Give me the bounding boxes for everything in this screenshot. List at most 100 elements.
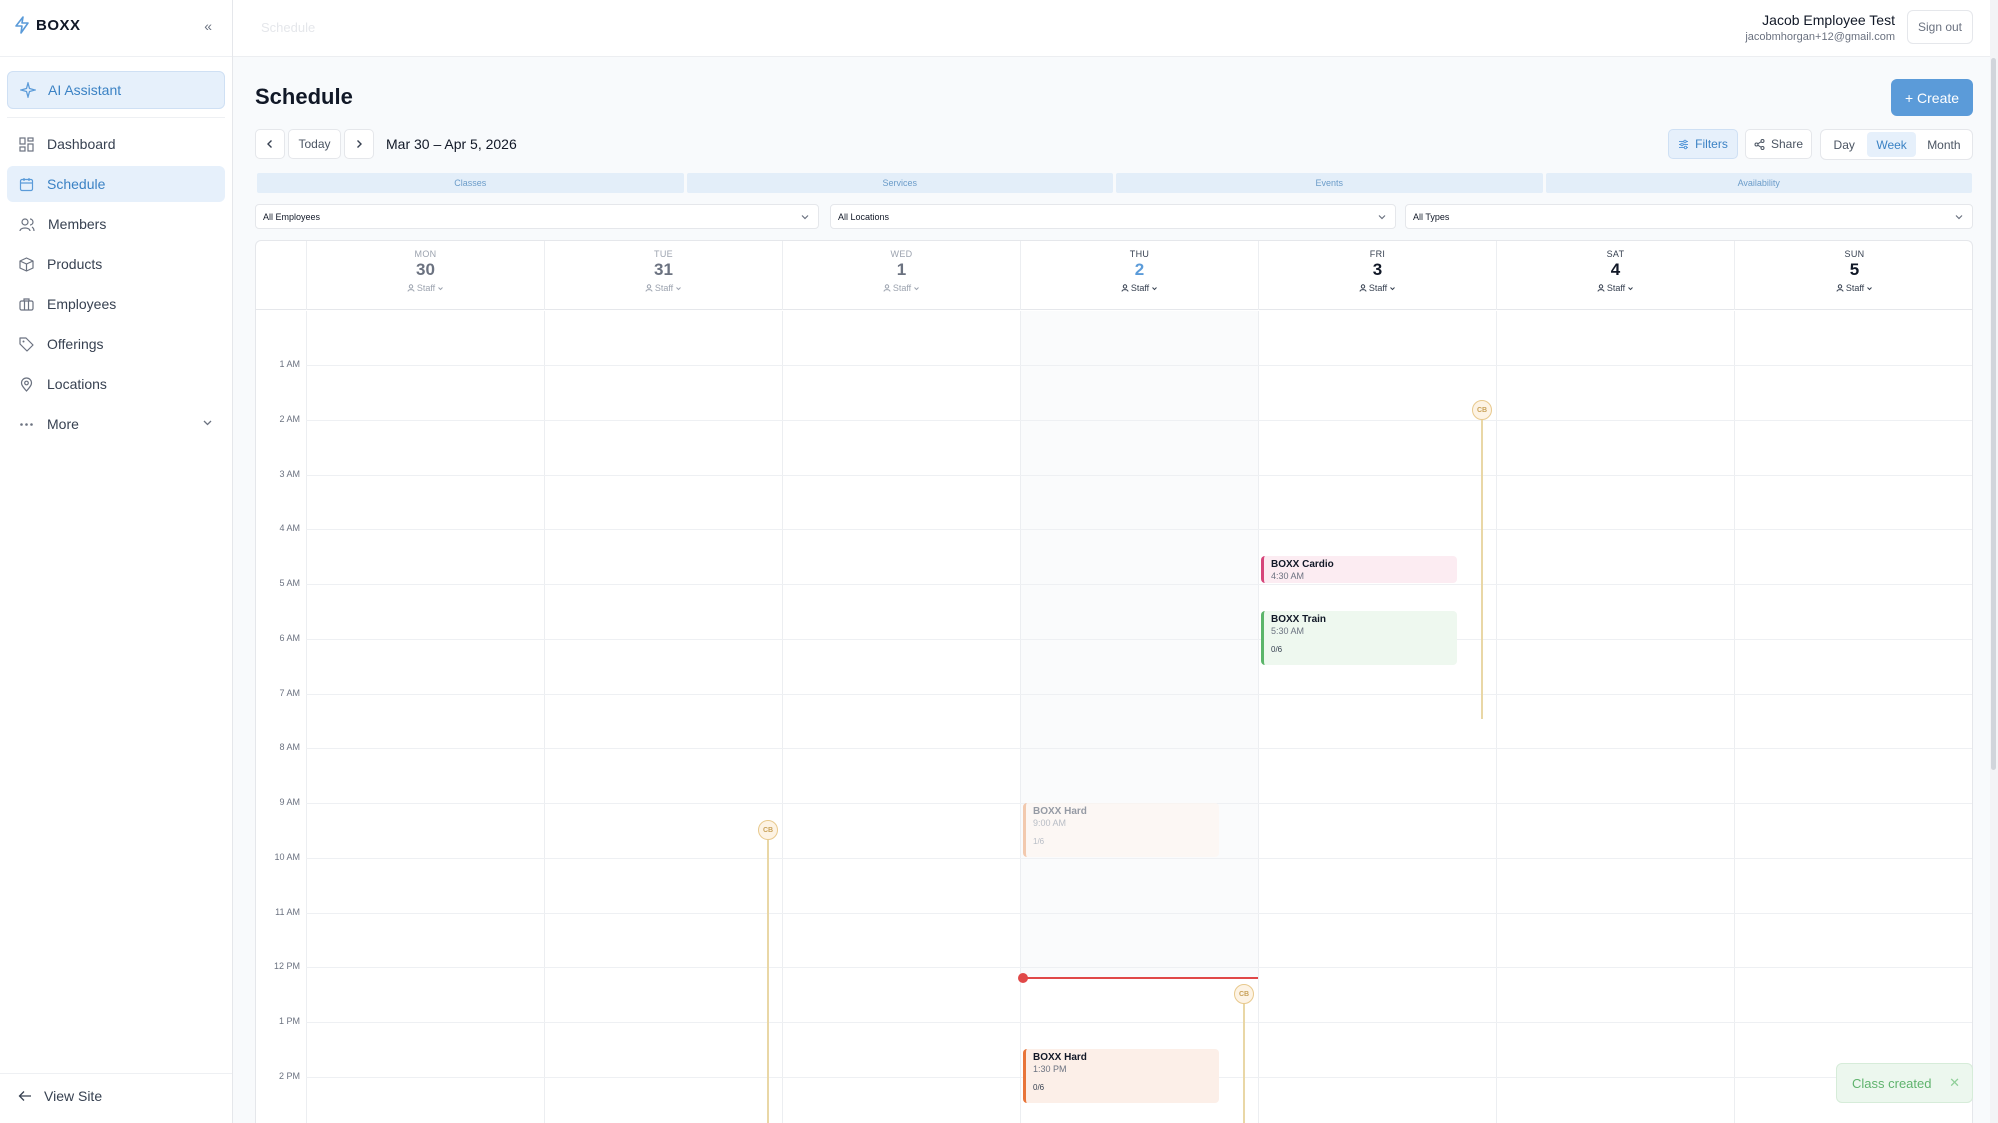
tab-events[interactable]: Events [1116,173,1543,193]
staff-label: Staff [1606,283,1626,293]
hour-line [306,1022,1972,1023]
view-site-label: View Site [44,1088,103,1104]
tab-services[interactable]: Services [686,173,1113,193]
day-number: 4 [1610,260,1621,279]
tag-icon [19,336,34,352]
sidebar-item-label: Locations [47,376,107,392]
staff-dropdown[interactable]: Staff [1735,283,1972,293]
day-of-week: WED [890,249,913,259]
ai-assistant-label: AI Assistant [48,82,122,98]
day-number: 3 [1372,260,1383,279]
chevron-down-icon [1152,286,1158,290]
staff-label: Staff [1130,283,1150,293]
ellipsis-icon [20,422,33,426]
user-icon [407,284,415,292]
tab-classes[interactable]: Classes [257,173,684,193]
event-boxx-hard-past[interactable]: BOXX Hard 9:00 AM 1/6 [1023,803,1219,857]
location-select[interactable]: All Locations [830,204,1396,229]
scrollbar-thumb[interactable] [1991,58,1996,770]
hour-line [306,694,1972,695]
sidebar-nav: Dashboard Schedule Members Products Empl… [7,126,225,446]
sidebar-item-offerings[interactable]: Offerings [7,326,225,362]
chevron-down-icon [914,286,920,290]
employee-select[interactable]: All Employees [255,204,819,229]
day-of-week: SAT [1606,249,1625,259]
day-of-week: MON [414,249,437,259]
availability-line [1481,413,1483,719]
type-select[interactable]: All Types [1405,204,1973,229]
day-header-sun: SUN 5 Staff [1734,241,1972,310]
availability-line [767,833,769,1123]
chevron-down-icon [1628,286,1634,290]
staff-dropdown[interactable]: Staff [1021,283,1258,293]
sidebar-item-schedule[interactable]: Schedule [7,166,225,202]
staff-avatar[interactable]: CB [758,820,778,840]
next-week-button[interactable] [344,129,374,159]
divider [1496,311,1497,1123]
category-tabs: Classes Services Events Availability [257,173,1972,193]
sidebar-item-dashboard[interactable]: Dashboard [7,126,225,162]
previous-week-button[interactable] [255,129,285,159]
tab-availability[interactable]: Availability [1545,173,1972,193]
ai-assistant-button[interactable]: AI Assistant [7,71,225,109]
user-icon [1121,284,1129,292]
staff-avatar[interactable]: CB [1472,400,1492,420]
event-boxx-cardio[interactable]: BOXX Cardio 4:30 AM [1261,556,1457,583]
view-site-link[interactable]: View Site [18,1088,102,1104]
user-info: Jacob Employee Test jacobmhorgan+12@gmai… [1745,12,1895,43]
chevron-down-icon [1390,286,1396,290]
sliders-icon [1679,139,1689,149]
day-header-wed: WED 1 Staff [782,241,1020,310]
view-week-button[interactable]: Week [1867,132,1916,157]
top-bar: Schedule Jacob Employee Test jacobmhorga… [233,0,1998,57]
event-boxx-hard[interactable]: BOXX Hard 1:30 PM 0/6 [1023,1049,1219,1103]
create-button[interactable]: + Create [1891,79,1973,116]
sidebar-item-members[interactable]: Members [7,206,225,242]
hour-line [306,748,1972,749]
divider [1020,311,1021,1123]
day-number: 31 [654,260,673,279]
staff-dropdown[interactable]: Staff [1497,283,1734,293]
staff-avatar[interactable]: CB [1234,984,1254,1004]
time-label: 6 AM [279,633,300,643]
view-month-button[interactable]: Month [1918,132,1970,157]
day-number-today: 2 [1134,260,1145,279]
share-button[interactable]: Share [1745,129,1812,159]
divider [1734,311,1735,1123]
hour-line [306,967,1972,968]
view-day-button[interactable]: Day [1823,132,1865,157]
day-header-tue: TUE 31 Staff [544,241,782,310]
filters-button[interactable]: Filters [1668,129,1738,159]
divider [7,117,225,118]
user-icon [883,284,891,292]
today-button[interactable]: Today [288,129,341,159]
sidebar-item-employees[interactable]: Employees [7,286,225,322]
staff-dropdown[interactable]: Staff [545,283,782,293]
sidebar-item-label: Employees [47,296,117,312]
event-title: BOXX Hard [1033,806,1087,817]
staff-dropdown[interactable]: Staff [307,283,544,293]
close-icon[interactable]: ✕ [1949,1075,1960,1091]
sidebar-item-more[interactable]: More [7,406,225,442]
breadcrumb: Schedule [261,20,316,35]
time-label: 10 AM [274,852,300,862]
hour-line [306,858,1972,859]
current-time-dot [1018,973,1028,983]
staff-dropdown[interactable]: Staff [1259,283,1496,293]
time-label: 11 AM [275,907,300,917]
staff-label: Staff [416,283,436,293]
collapse-sidebar-icon[interactable]: « [204,18,212,34]
briefcase-icon [19,297,34,311]
sidebar-item-locations[interactable]: Locations [7,366,225,402]
brand[interactable]: BOXX [14,16,81,34]
page-scrollbar[interactable] [1990,0,1998,1123]
time-label: 8 AM [279,742,300,752]
divider [782,311,783,1123]
current-time-line [1023,977,1258,979]
availability-line [1243,997,1245,1123]
chevron-down-icon [801,215,809,220]
staff-dropdown[interactable]: Staff [783,283,1020,293]
event-boxx-train[interactable]: BOXX Train 5:30 AM 0/6 [1261,611,1457,665]
sidebar-item-products[interactable]: Products [7,246,225,282]
sign-out-button[interactable]: Sign out [1907,10,1973,44]
